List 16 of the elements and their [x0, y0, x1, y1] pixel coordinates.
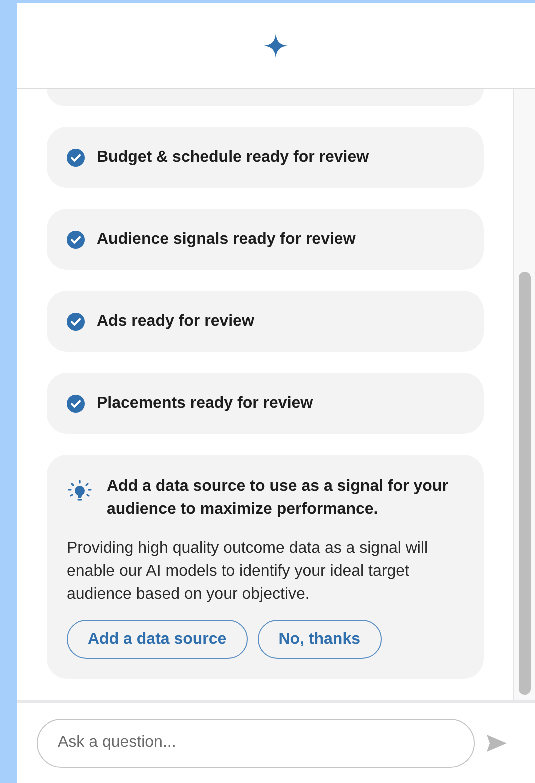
check-icon — [67, 230, 85, 248]
sparkle-icon — [263, 32, 289, 58]
status-text: Placements ready for review — [97, 394, 314, 412]
status-text: Audience signals ready for review — [97, 230, 356, 248]
check-icon — [67, 148, 85, 166]
status-text: Budget & schedule ready for review — [97, 148, 370, 166]
add-data-source-button[interactable]: Add a data source — [67, 620, 248, 659]
send-icon[interactable] — [487, 734, 507, 752]
suggestion-text: Providing high quality outcome data as a signal will enable our AI models to identify your ideal target audience based on your objective. — [67, 539, 430, 605]
scrollbar-thumb[interactable] — [518, 272, 530, 695]
status-text: Ads ready for review — [97, 312, 254, 330]
suggestion-title: Add a data source to use as a signal for your audience to maximize performance. — [107, 477, 450, 520]
question-field[interactable]: Ask a question... — [37, 718, 475, 768]
check-icon — [67, 394, 85, 412]
check-icon — [67, 312, 85, 330]
decline-button[interactable]: No, thanks — [258, 620, 382, 659]
